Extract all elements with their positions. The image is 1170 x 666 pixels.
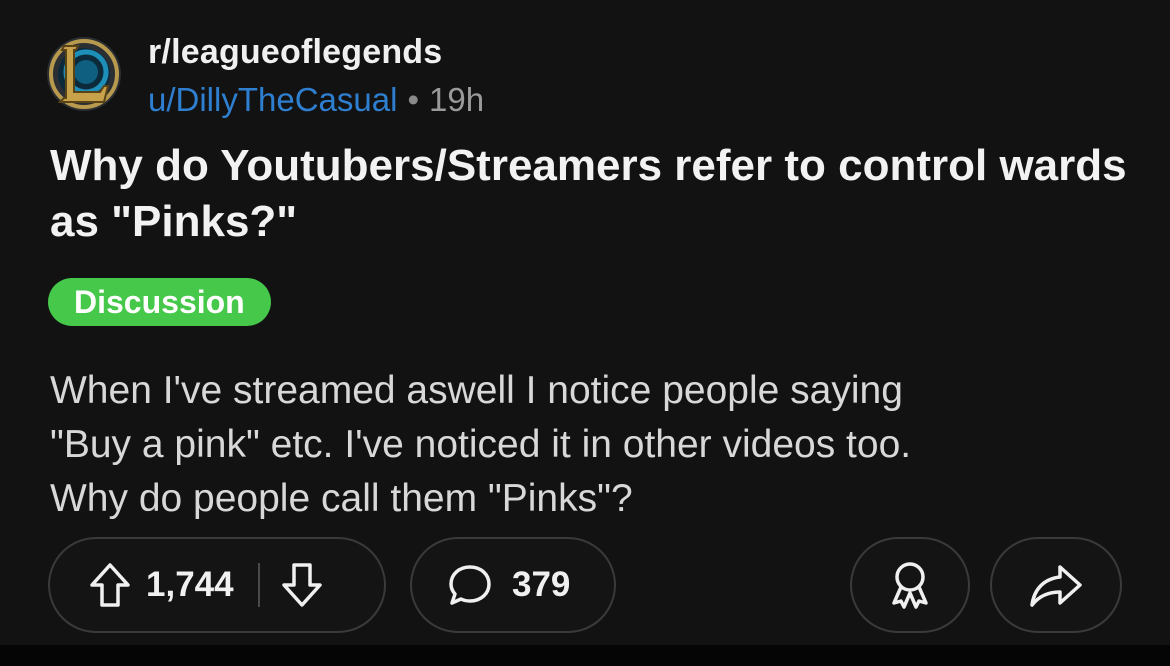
- post-card: r/leagueoflegends u/DillyTheCasual • 19h W…: [0, 0, 1170, 645]
- comments-button[interactable]: 379: [410, 537, 616, 633]
- award-ribbon-icon: [892, 562, 928, 609]
- subreddit-avatar[interactable]: [46, 36, 122, 112]
- vote-bar: 1,744: [48, 537, 386, 633]
- separator-dot: •: [407, 81, 419, 118]
- subreddit-name[interactable]: r/leagueoflegends: [148, 32, 748, 72]
- upvote-button[interactable]: [88, 561, 132, 609]
- body-line: Why do people call them "Pinks"?: [50, 477, 633, 520]
- arrow-up-icon: [90, 563, 130, 607]
- award-button[interactable]: [850, 537, 970, 633]
- post-title[interactable]: Why do Youtubers/Streamers refer to cont…: [50, 138, 1140, 250]
- comment-count: 379: [512, 565, 571, 604]
- byline: u/DillyTheCasual • 19h: [148, 80, 748, 120]
- post-time: 19h: [429, 81, 485, 118]
- vote-divider: [257, 563, 260, 607]
- downvote-button[interactable]: [280, 561, 324, 609]
- share-button[interactable]: [990, 537, 1122, 633]
- arrow-down-icon: [281, 563, 322, 607]
- post-meta: r/leagueoflegends u/DillyTheCasual • 19h: [148, 32, 748, 120]
- body-line: When I've streamed aswell I notice peopl…: [50, 369, 903, 412]
- body-line: "Buy a pink" etc. I've noticed it in oth…: [50, 423, 912, 466]
- share-arrow-icon: [1030, 565, 1082, 607]
- flair-badge[interactable]: Discussion: [48, 278, 271, 326]
- post-body: When I've streamed aswell I notice peopl…: [50, 364, 1140, 526]
- author-username[interactable]: u/DillyTheCasual: [148, 81, 397, 118]
- bottom-strip: [0, 645, 1170, 666]
- upvote-count: 1,744: [146, 565, 234, 604]
- speech-bubble-icon: [449, 565, 491, 605]
